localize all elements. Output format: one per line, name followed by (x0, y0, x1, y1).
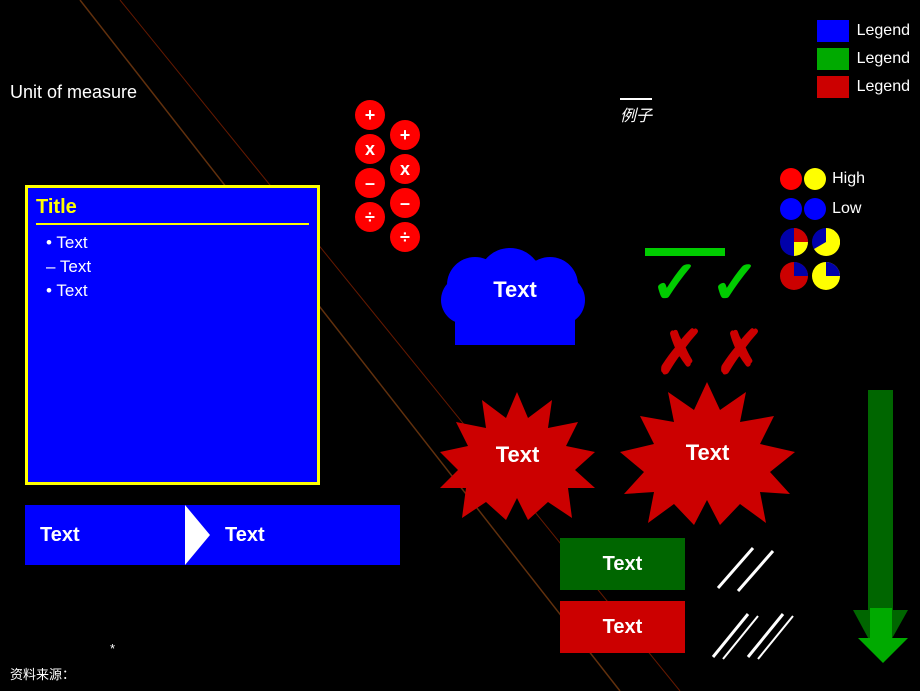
legend-label-1: Legend (857, 22, 910, 40)
high-item: High (780, 168, 865, 190)
starburst-text-1: Text (496, 442, 540, 468)
green-arrow-small (858, 608, 908, 668)
xmark-2: ✗ (715, 318, 765, 388)
text-box-green: Text (560, 538, 685, 590)
parallel-lines-1 (708, 543, 788, 600)
pie-chart-1 (780, 228, 808, 256)
high-circle-yellow (804, 168, 826, 190)
math-plus-2: + (390, 120, 420, 150)
parallel-lines-svg-1 (708, 543, 788, 595)
pie-chart-2 (812, 228, 840, 256)
legend-label-2: Legend (857, 50, 910, 68)
math-x-2: x (390, 154, 420, 184)
pie-chart-3 (780, 262, 808, 290)
bullet-list: • Text – Text • Text (36, 233, 309, 301)
math-minus-2: – (390, 188, 420, 218)
text-bar-arrow (370, 505, 400, 565)
math-plus-1: + (355, 100, 385, 130)
legend-box-green (817, 48, 849, 70)
starburst-1: Text (440, 390, 595, 520)
bullet-item-1: • Text (46, 233, 309, 253)
legend-label-3: Legend (857, 78, 910, 96)
legend-box-blue (817, 20, 849, 42)
example-label: 例子 (620, 98, 652, 126)
low-circle-blue-2 (804, 198, 826, 220)
math-x-1: x (355, 134, 385, 164)
text-bar-right: Text (210, 524, 370, 547)
parallel-lines-svg-2 (708, 609, 798, 661)
low-circle-blue-1 (780, 198, 802, 220)
source-label: 资料来源： (10, 664, 75, 683)
math-minus-1: – (355, 168, 385, 198)
parallel-lines-2 (708, 609, 798, 666)
starburst-2: Text (620, 380, 795, 525)
math-div-1: ÷ (355, 202, 385, 232)
xmark-1: ✗ (655, 318, 705, 388)
checkmark-1: ✓ (650, 248, 700, 318)
text-bar-divider (185, 505, 210, 565)
legend-item-3: Legend (817, 76, 910, 98)
high-label: High (832, 170, 865, 188)
low-label: Low (832, 200, 861, 218)
high-circles (780, 168, 826, 190)
pie-row-2 (780, 262, 865, 290)
text-bar-left: Text (25, 524, 185, 547)
high-circle-red (780, 168, 802, 190)
pie-row-1 (780, 228, 865, 256)
legend-item-1: Legend (817, 20, 910, 42)
low-circles (780, 198, 826, 220)
blue-title-box: Title • Text – Text • Text (25, 185, 320, 485)
math-col1: + x – ÷ (355, 100, 385, 232)
text-bar: Text Text (25, 505, 400, 565)
cloud-container: Text (430, 220, 600, 360)
cloud-text: Text (493, 277, 537, 303)
starburst-text-2: Text (686, 440, 730, 466)
green-arrow-small-svg (858, 608, 908, 663)
text-box-red: Text (560, 601, 685, 653)
unit-of-measure-label: Unit of measure (10, 82, 137, 103)
low-item: Low (780, 198, 865, 220)
pie-chart-4 (812, 262, 840, 290)
asterisk: * (110, 641, 115, 656)
legend-box-red (817, 76, 849, 98)
high-low-container: High Low (780, 168, 865, 296)
bullet-item-2: – Text (46, 257, 309, 277)
math-div-2: ÷ (390, 222, 420, 252)
math-col2: + x – ÷ (390, 120, 420, 252)
legend-container: Legend Legend Legend (817, 20, 910, 98)
legend-item-2: Legend (817, 48, 910, 70)
blue-box-title: Title (36, 196, 309, 225)
checkmark-2: ✓ (710, 248, 760, 318)
bullet-item-3: • Text (46, 281, 309, 301)
